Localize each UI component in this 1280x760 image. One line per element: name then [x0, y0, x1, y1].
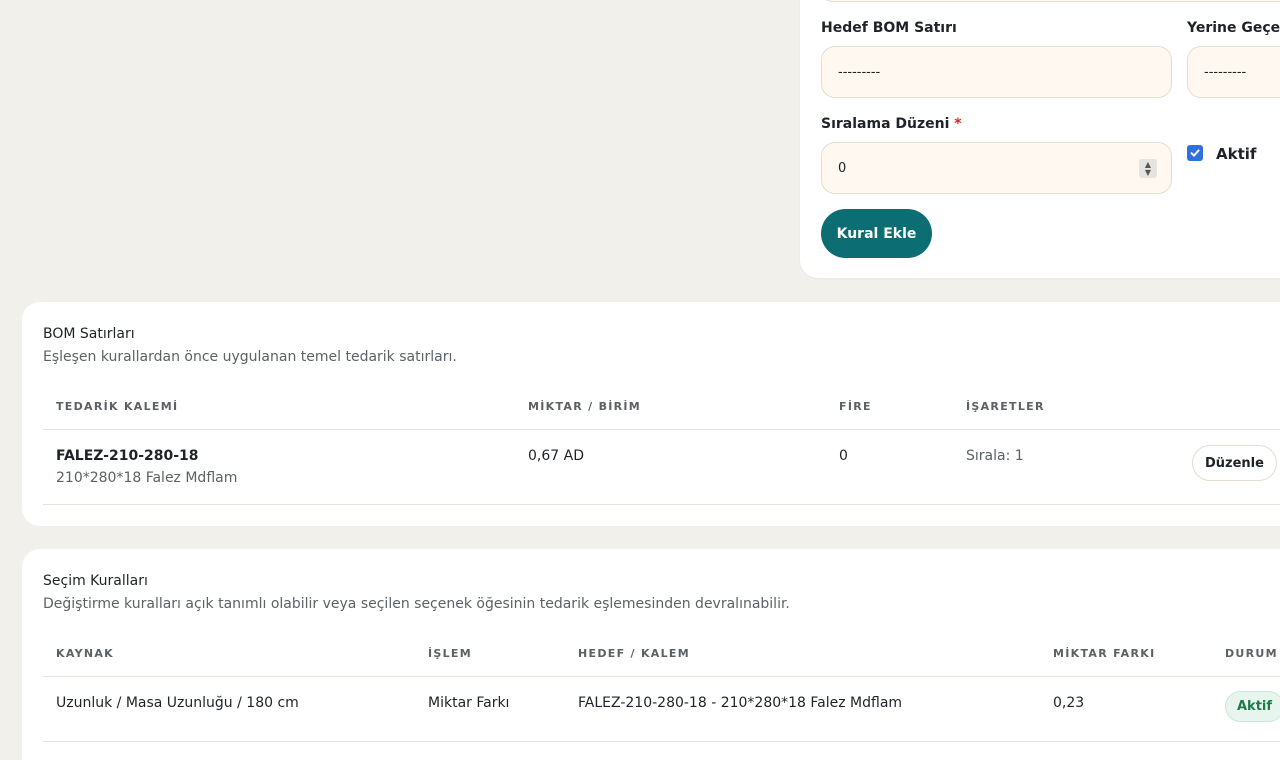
- operation-cell: Miktar Farkı: [428, 695, 510, 711]
- row-divider: [43, 504, 1280, 505]
- col-header-source: KAYNAK: [56, 647, 114, 660]
- add-rule-button[interactable]: Kural Ekle: [821, 209, 932, 258]
- required-mark: *: [954, 116, 962, 132]
- header-divider: [43, 429, 1280, 430]
- cut-off-top-field[interactable]: [820, 0, 1280, 2]
- chevron-down-icon[interactable]: ▼: [1145, 168, 1151, 177]
- sort-order-value: 0: [838, 160, 847, 176]
- col-header-qty-diff: MİKTAR FARKI: [1053, 647, 1156, 660]
- target-bom-line-select[interactable]: ---------: [821, 46, 1172, 98]
- col-header-operation: İŞLEM: [428, 647, 472, 660]
- target-bom-line-label: Hedef BOM Satırı: [821, 20, 957, 36]
- header-divider: [43, 676, 1280, 677]
- target-bom-line-value: ---------: [838, 64, 881, 80]
- sort-order-label-text: Sıralama Düzeni: [821, 116, 950, 132]
- col-header-flags: İŞARETLER: [966, 400, 1045, 413]
- sort-order-label: Sıralama Düzeni *: [821, 116, 962, 132]
- sort-order-input[interactable]: 0 ▲ ▼: [821, 142, 1172, 194]
- selection-rules-card: Seçim Kuralları Değiştirme kuralları açı…: [22, 549, 1280, 760]
- bom-lines-title: BOM Satırları: [43, 326, 135, 342]
- active-checkbox[interactable]: [1187, 145, 1203, 161]
- edit-button[interactable]: Düzenle: [1192, 445, 1277, 481]
- col-header-status: DURUM: [1225, 647, 1278, 660]
- supply-item-description: 210*280*18 Falez Mdflam: [56, 470, 238, 486]
- page: Hedef BOM Satırı --------- Yerine Geçece…: [0, 0, 1280, 760]
- bom-lines-subtitle: Eşleşen kurallardan önce uygulanan temel…: [43, 349, 457, 365]
- number-stepper[interactable]: ▲ ▼: [1139, 159, 1157, 178]
- col-header-target-item: HEDEF / KALEM: [578, 647, 690, 660]
- qty-diff-cell: 0,23: [1053, 695, 1085, 711]
- selection-rules-title: Seçim Kuralları: [43, 573, 148, 589]
- flags-cell: Sırala: 1: [966, 448, 1024, 464]
- status-badge: Aktif: [1225, 691, 1280, 722]
- supply-item-code: FALEZ-210-280-18: [56, 448, 199, 464]
- waste-cell: 0: [839, 448, 848, 464]
- target-item-cell: FALEZ-210-280-18 - 210*280*18 Falez Mdfl…: [578, 695, 903, 711]
- col-header-qty-unit: MİKTAR / BİRİM: [528, 400, 642, 413]
- bom-lines-card: BOM Satırları Eşleşen kurallardan önce u…: [22, 302, 1280, 526]
- source-cell: Uzunluk / Masa Uzunluğu / 180 cm: [56, 695, 299, 711]
- qty-unit-cell: 0,67 AD: [528, 448, 584, 464]
- replacement-select[interactable]: ---------: [1187, 46, 1280, 98]
- check-icon: [1190, 149, 1200, 157]
- row-divider: [43, 741, 1280, 742]
- active-label: Aktif: [1216, 145, 1257, 163]
- replacement-value: ---------: [1204, 64, 1247, 80]
- col-header-supply-item: TEDARİK KALEMİ: [56, 400, 179, 413]
- col-header-waste: FİRE: [839, 400, 872, 413]
- replacement-label: Yerine Geçecek: [1187, 20, 1280, 36]
- selection-rules-subtitle: Değiştirme kuralları açık tanımlı olabil…: [43, 596, 790, 612]
